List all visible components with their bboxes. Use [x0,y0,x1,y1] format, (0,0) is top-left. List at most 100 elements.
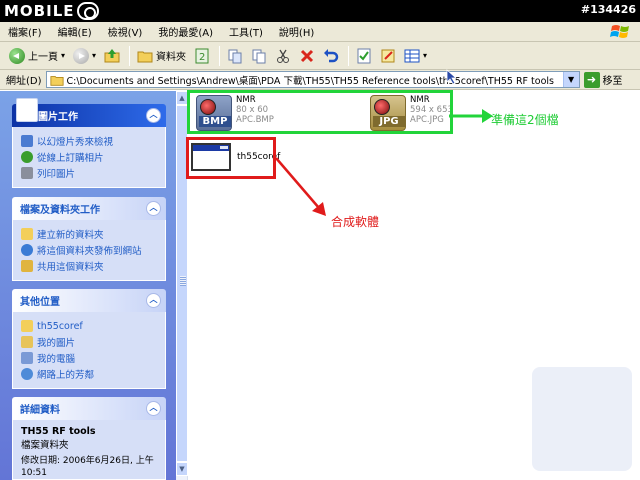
file-tasks-body: 建立新的資料夾 將這個資料夾發佈到網站 共用這個資料夾 [12,220,166,281]
task-label: 以幻燈片秀來檢視 [37,137,114,148]
address-input[interactable]: C:\Documents and Settings\Andrew\桌面\PDA … [45,71,580,88]
menu-view[interactable]: 檢視(V) [100,24,151,39]
logo-badge-icon [76,2,99,20]
menu-edit[interactable]: 編輯(E) [50,24,100,39]
edit-icon [381,49,395,62]
collapse-chevron-icon[interactable]: ︿ [146,201,161,216]
chevron-down-icon[interactable]: ▾ [423,51,427,60]
windows-logo-icon [610,25,629,38]
folders-button[interactable]: 資料夾 [134,45,189,67]
details-name: TH55 RF tools [21,426,96,437]
green-highlight-box [187,90,453,134]
network-icon [21,368,33,380]
address-path: C:\Documents and Settings\Andrew\桌面\PDA … [66,75,554,87]
sync-button[interactable]: 2 [191,45,213,67]
address-dropdown-icon[interactable]: ▼ [562,72,579,87]
chevron-down-icon[interactable]: ▾ [61,51,65,60]
copy-icon [252,49,266,63]
collapse-chevron-icon[interactable]: ︿ [146,401,161,416]
task-order-prints[interactable]: 從線上訂購相片 [21,149,157,165]
task-publish-web[interactable]: 將這個資料夾發佈到網站 [21,242,157,258]
scroll-down-icon[interactable]: ▼ [176,462,188,476]
back-arrow-icon [9,47,25,64]
task-label: 從線上訂購相片 [37,153,104,164]
task-share-folder[interactable]: 共用這個資料夾 [21,258,157,274]
properties-button[interactable] [353,45,375,67]
place-th55coref[interactable]: th55coref [21,318,157,334]
address-bar: 網址(D) C:\Documents and Settings\Andrew\桌… [0,70,640,90]
file-tasks-title: 檔案及資料夾工作 [20,205,100,216]
scissors-icon [277,49,290,63]
edit-button[interactable] [377,45,399,67]
task-slideshow[interactable]: 以幻燈片秀來檢視 [21,133,157,149]
task-print-pictures[interactable]: 列印圖片 [21,165,157,181]
task-pane: 圖片工作 ︿ 以幻燈片秀來檢視 從線上訂購相片 列印圖片 檔案及資料夾工作 ︿ [0,91,176,480]
file-tasks-header[interactable]: 檔案及資料夾工作 ︿ [12,197,166,220]
views-grid-icon [404,49,420,62]
red-arrow-icon [275,157,326,216]
menu-help[interactable]: 說明(H) [271,24,322,39]
place-label: 網路上的芳鄰 [37,370,95,381]
green-annotation: 準備這2個檔 [491,113,559,127]
post-id: #134426 [580,3,636,16]
undo-button[interactable] [320,45,342,67]
folder-icon [21,320,33,332]
chevron-down-icon[interactable]: ▾ [92,51,96,60]
menu-bar: 檔案(F) 編輯(E) 檢視(V) 我的最愛(A) 工具(T) 說明(H) [0,22,640,42]
copy-to-button[interactable] [248,45,270,67]
up-folder-button[interactable] [101,45,123,67]
place-my-pictures[interactable]: 我的圖片 [21,334,157,350]
globe-icon [21,151,33,163]
place-label: 我的電腦 [37,354,76,365]
details-body: TH55 RF tools 檔案資料夾 修改日期: 2006年6月26日, 上午… [12,420,166,480]
folder-icon [49,75,64,86]
go-arrow-icon: ➜ [583,71,600,88]
publish-globe-icon [21,244,33,256]
mouse-cursor-icon [446,69,458,85]
sync-icon: 2 [195,48,209,63]
delete-x-icon [300,49,314,62]
up-folder-icon [104,48,120,62]
red-highlight-box [186,137,276,179]
move-to-icon [228,49,242,63]
site-banner: MOBILE #134426 [0,0,640,22]
other-places-group: 其他位置 ︿ th55coref 我的圖片 我的電腦 網路上的芳鄰 [12,289,166,389]
views-button[interactable]: ▾ [401,45,430,67]
menu-file[interactable]: 檔案(F) [0,24,50,39]
picture-tasks-header[interactable]: 圖片工作 ︿ [12,98,166,127]
go-button[interactable]: ➜ 移至 [583,71,623,88]
move-to-button[interactable] [224,45,246,67]
my-computer-icon [21,352,33,364]
new-folder-icon [21,228,33,240]
other-places-header[interactable]: 其他位置 ︿ [12,289,166,312]
slideshow-icon [21,135,33,147]
picture-tasks-group: 圖片工作 ︿ 以幻燈片秀來檢視 從線上訂購相片 列印圖片 [12,98,166,188]
file-tasks-group: 檔案及資料夾工作 ︿ 建立新的資料夾 將這個資料夾發佈到網站 共用這個資料夾 [12,197,166,281]
menu-tools[interactable]: 工具(T) [221,24,271,39]
cut-button[interactable] [272,45,294,67]
menu-favorites[interactable]: 我的最愛(A) [150,24,221,39]
collapse-chevron-icon[interactable]: ︿ [146,108,161,123]
place-my-computer[interactable]: 我的電腦 [21,350,157,366]
red-annotation: 合成軟體 [331,215,380,229]
logo-text: MOBILE [4,2,75,20]
place-label: th55coref [37,320,83,332]
task-label: 共用這個資料夾 [37,262,104,273]
green-arrow-icon [449,109,493,123]
undo-icon [324,48,339,62]
collapse-chevron-icon[interactable]: ︿ [146,293,161,308]
back-button[interactable]: 上一頁 ▾ [6,45,68,67]
forward-arrow-icon [73,47,90,64]
toolbar-separator [219,45,221,66]
toolbar-separator [129,45,131,66]
printer-icon [21,167,33,179]
go-label: 移至 [602,76,623,87]
forward-button[interactable]: ▾ [70,45,99,67]
task-new-folder[interactable]: 建立新的資料夾 [21,226,157,242]
task-label: 建立新的資料夾 [37,230,104,241]
svg-text:2: 2 [199,52,205,63]
details-header[interactable]: 詳細資料 ︿ [12,397,166,420]
share-folder-icon [21,260,33,272]
place-network[interactable]: 網路上的芳鄰 [21,366,157,382]
delete-button[interactable] [296,45,318,67]
